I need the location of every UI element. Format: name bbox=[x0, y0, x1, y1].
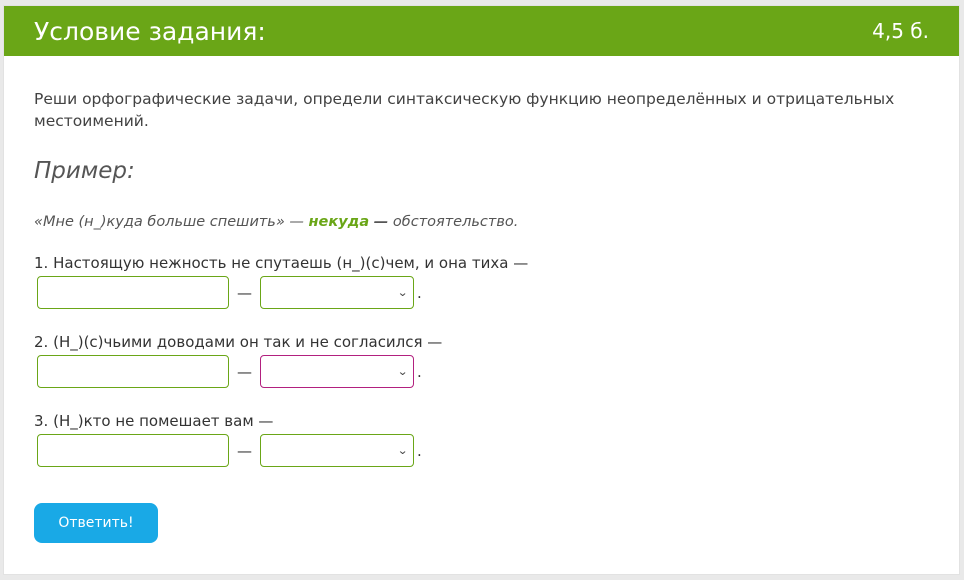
example-quote: «Мне (н_)куда больше спешить» — bbox=[34, 214, 304, 230]
question-3: 3. (Н_)кто не помешает вам — — ⌄ . bbox=[34, 412, 929, 467]
task-score: 4,5 б. bbox=[872, 19, 929, 43]
example-role: обстоятельство. bbox=[392, 214, 519, 230]
task-title: Условие задания: bbox=[34, 16, 266, 46]
question-1: 1. Настоящую нежность не спутаешь (н_)(с… bbox=[34, 254, 929, 309]
example-answer: некуда bbox=[308, 214, 370, 230]
question-2: 2. (Н_)(с)чьими доводами он так и не сог… bbox=[34, 333, 929, 388]
example-dash: — bbox=[373, 214, 389, 230]
question-text: 1. Настоящую нежность не спутаешь (н_)(с… bbox=[34, 254, 929, 272]
chevron-down-icon: ⌄ bbox=[396, 444, 408, 457]
function-select[interactable]: ⌄ bbox=[260, 355, 414, 388]
sentence-period: . bbox=[417, 441, 422, 460]
pronoun-input[interactable] bbox=[37, 434, 229, 467]
function-select[interactable]: ⌄ bbox=[260, 434, 414, 467]
question-number: 3. bbox=[34, 412, 49, 430]
question-number: 2. bbox=[34, 333, 49, 351]
function-select[interactable]: ⌄ bbox=[260, 276, 414, 309]
answer-row: — ⌄ . bbox=[37, 355, 929, 388]
submit-button[interactable]: Ответить! bbox=[34, 503, 158, 543]
chevron-down-icon: ⌄ bbox=[396, 286, 408, 299]
sentence-period: . bbox=[417, 283, 422, 302]
pronoun-input[interactable] bbox=[37, 355, 229, 388]
chevron-down-icon: ⌄ bbox=[396, 365, 408, 378]
separator-dash: — bbox=[237, 283, 252, 302]
example-line: «Мне (н_)куда больше спешить» — некуда —… bbox=[34, 214, 929, 230]
question-sentence: (Н_)кто не помешает вам — bbox=[53, 412, 274, 430]
task-instruction: Реши орфографические задачи, определи си… bbox=[34, 90, 895, 130]
sentence-period: . bbox=[417, 362, 422, 381]
separator-dash: — bbox=[237, 441, 252, 460]
task-content: Реши орфографические задачи, определи си… bbox=[4, 56, 959, 467]
example-heading: Пример: bbox=[34, 158, 135, 184]
pronoun-input[interactable] bbox=[37, 276, 229, 309]
question-text: 3. (Н_)кто не помешает вам — bbox=[34, 412, 929, 430]
question-sentence: (Н_)(с)чьими доводами он так и не соглас… bbox=[53, 333, 443, 351]
answer-row: — ⌄ . bbox=[37, 434, 929, 467]
answer-row: — ⌄ . bbox=[37, 276, 929, 309]
question-sentence: Настоящую нежность не спутаешь (н_)(с)че… bbox=[53, 254, 529, 272]
question-text: 2. (Н_)(с)чьими доводами он так и не сог… bbox=[34, 333, 929, 351]
task-card: Условие задания: 4,5 б. Реши орфографиче… bbox=[3, 5, 960, 575]
question-number: 1. bbox=[34, 254, 49, 272]
separator-dash: — bbox=[237, 362, 252, 381]
task-header: Условие задания: 4,5 б. bbox=[4, 6, 959, 56]
